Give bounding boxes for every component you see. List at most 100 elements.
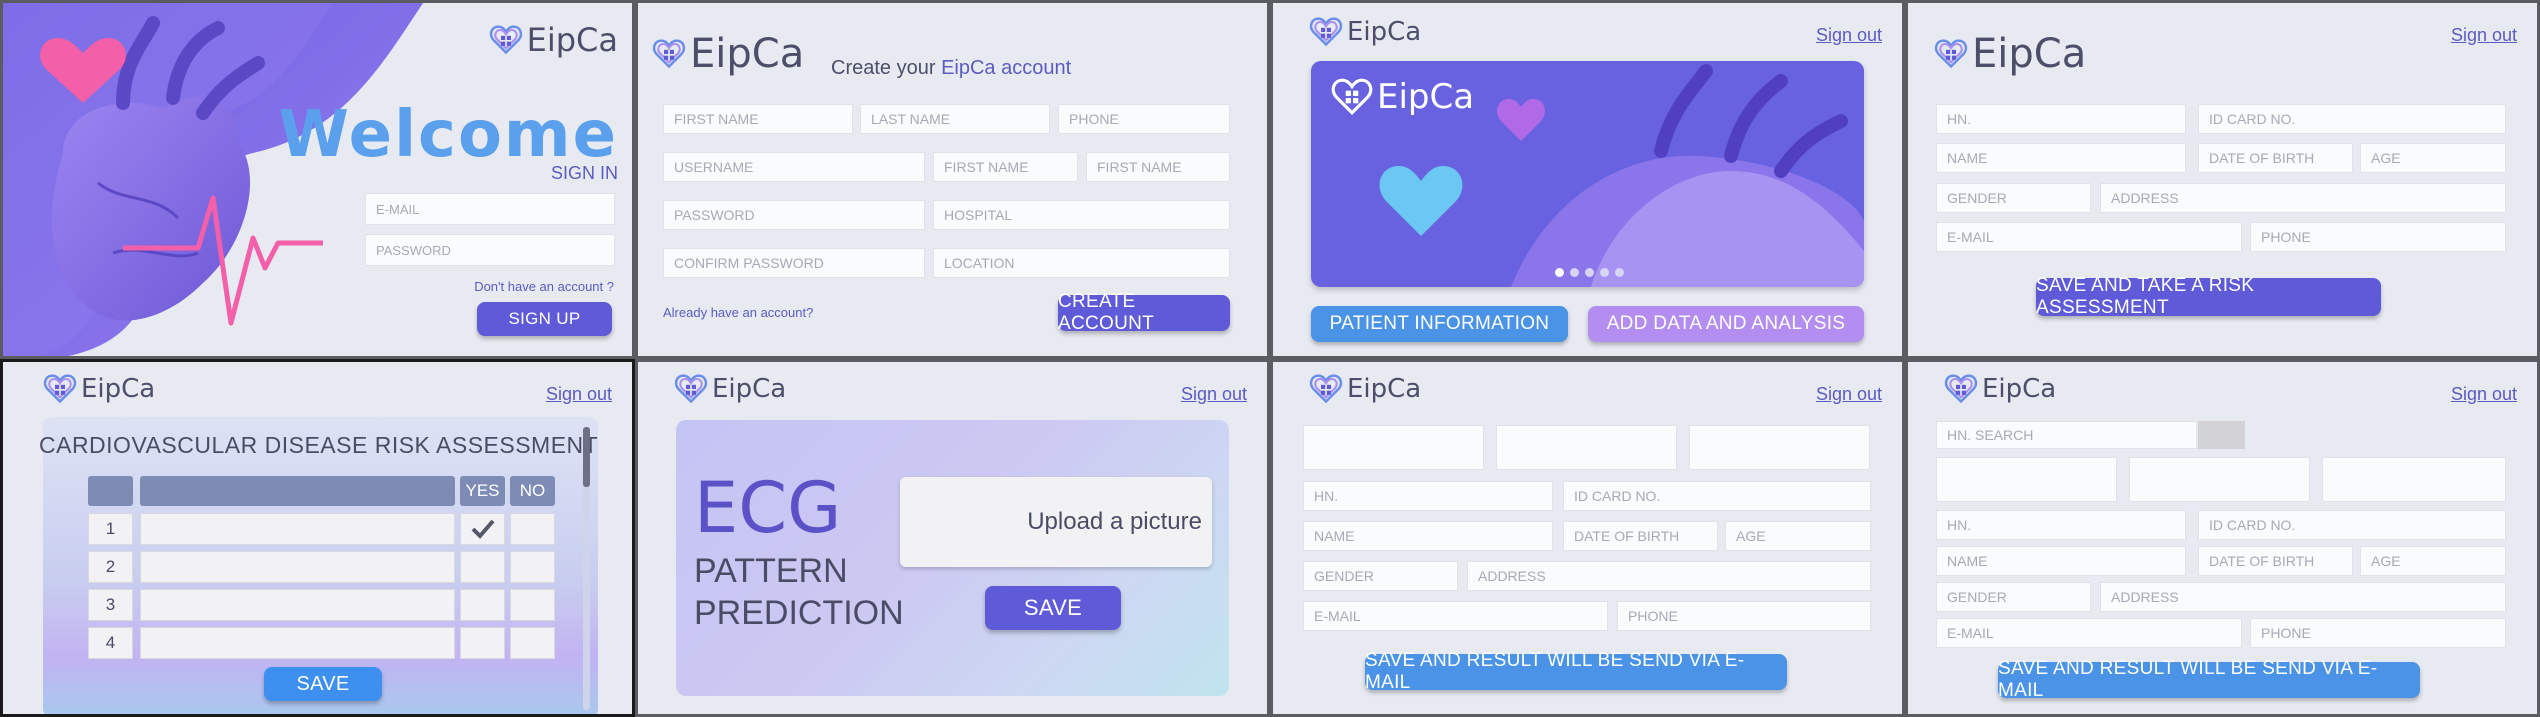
carousel-dot[interactable]	[1585, 268, 1594, 277]
table-header-yes: YES	[460, 476, 505, 506]
signout-link[interactable]: Sign out	[1181, 384, 1247, 405]
result-box	[1496, 425, 1677, 470]
carousel-dot[interactable]	[1600, 268, 1609, 277]
logo: EipCa	[489, 21, 618, 59]
carousel-dot[interactable]	[1555, 268, 1564, 277]
signout-link[interactable]: Sign out	[2451, 384, 2517, 405]
result-box	[1303, 425, 1484, 470]
welcome-heading: Welcome	[278, 98, 618, 172]
email-field[interactable]: E-MAIL	[1936, 222, 2242, 252]
dob-field[interactable]: DATE OF BIRTH	[2198, 143, 2353, 173]
save-email-button[interactable]: SAVE AND RESULT WILL BE SEND VIA E-MAIL	[1365, 650, 1787, 693]
save-risk-assessment-button[interactable]: SAVE AND TAKE A RISK ASSESSMENT	[2036, 275, 2381, 318]
gender-field[interactable]: GENDER	[1936, 582, 2091, 612]
already-account-link[interactable]: Already have an account?	[663, 305, 813, 320]
hn-field[interactable]: HN.	[1936, 104, 2186, 134]
brand-name: EipCa	[1982, 374, 2057, 404]
storyboard: EipCa Welcome SIGN IN E-MAIL PASSWORD Do…	[0, 0, 2540, 717]
banner-logo: EipCa	[1331, 77, 1474, 117]
hospital-field[interactable]: HOSPITAL	[933, 200, 1230, 230]
address-field[interactable]: ADDRESS	[1467, 561, 1871, 591]
screen-patient-result: EipCa Sign out HN. ID CARD NO. NAME DATE…	[1270, 359, 1905, 717]
save-button[interactable]: SAVE	[985, 586, 1121, 630]
row-yes-cell[interactable]	[460, 551, 505, 583]
gender-field[interactable]: GENDER	[1936, 183, 2091, 213]
row-no-cell[interactable]	[510, 551, 555, 583]
create-title: Create your EipCa account	[831, 57, 1071, 80]
row-no-cell[interactable]	[510, 627, 555, 659]
last-name-field[interactable]: LAST NAME	[860, 104, 1050, 134]
screen-dashboard: EipCa Sign out EipCa PATIENT INFORMATION…	[1270, 0, 1905, 359]
row-number: 2	[88, 551, 133, 583]
table-header-num	[88, 476, 133, 506]
pattern-title: PATTERN	[694, 552, 848, 590]
create-account-button[interactable]: CREATE ACCOUNT	[1058, 291, 1230, 334]
row-yes-cell[interactable]	[460, 589, 505, 621]
row-number: 4	[88, 627, 133, 659]
save-button[interactable]: SAVE	[264, 667, 382, 701]
row-question	[140, 551, 455, 583]
name-field[interactable]: NAME	[1936, 143, 2186, 173]
hn-field[interactable]: HN.	[1303, 481, 1553, 511]
hn-field[interactable]: HN.	[1936, 510, 2186, 540]
screen-ecg: EipCa Sign out ECG PATTERN PREDICTION Up…	[635, 359, 1270, 717]
screen-signin: EipCa Welcome SIGN IN E-MAIL PASSWORD Do…	[0, 0, 635, 359]
signout-link[interactable]: Sign out	[546, 384, 612, 405]
row-no-cell[interactable]	[510, 513, 555, 545]
search-button[interactable]	[2198, 421, 2245, 449]
password-field[interactable]: PASSWORD	[365, 234, 615, 266]
row-yes-cell[interactable]	[460, 513, 505, 545]
carousel-dot[interactable]	[1570, 268, 1579, 277]
screen-patient-search: EipCa Sign out HN. SEARCH HN. ID CARD NO…	[1905, 359, 2540, 717]
signin-label: SIGN IN	[550, 163, 618, 183]
signout-link[interactable]: Sign out	[1816, 25, 1882, 46]
row-question	[140, 589, 455, 621]
logo: EipCa	[1934, 31, 2086, 77]
signout-link[interactable]: Sign out	[1816, 384, 1882, 405]
age-field[interactable]: AGE	[1725, 521, 1871, 551]
location-field[interactable]: LOCATION	[933, 248, 1230, 278]
scrollbar-thumb[interactable]	[583, 427, 590, 487]
id-card-field[interactable]: ID CARD NO.	[2198, 104, 2506, 134]
dob-field[interactable]: DATE OF BIRTH	[2198, 546, 2353, 576]
address-field[interactable]: ADDRESS	[2100, 183, 2506, 213]
username-field[interactable]: USERNAME	[663, 152, 925, 182]
row-yes-cell[interactable]	[460, 627, 505, 659]
no-account-link[interactable]: Don't have an account ?	[474, 279, 614, 294]
age-field[interactable]: AGE	[2360, 143, 2506, 173]
save-email-button[interactable]: SAVE AND RESULT WILL BE SEND VIA E-MAIL	[1998, 658, 2420, 701]
first-name-field[interactable]: FIRST NAME	[663, 104, 853, 134]
signup-button[interactable]: SIGN UP	[477, 302, 612, 336]
row-no-cell[interactable]	[510, 589, 555, 621]
scrollbar[interactable]	[583, 427, 590, 710]
name-field[interactable]: NAME	[1303, 521, 1553, 551]
phone-field[interactable]: PHONE	[1058, 104, 1230, 134]
dob-field[interactable]: DATE OF BIRTH	[1563, 521, 1718, 551]
address-field[interactable]: ADDRESS	[2100, 582, 2506, 612]
patient-information-button[interactable]: PATIENT INFORMATION	[1311, 306, 1568, 342]
first-name-field-3[interactable]: FIRST NAME	[1086, 152, 1230, 182]
name-field[interactable]: NAME	[1936, 546, 2186, 576]
phone-field[interactable]: PHONE	[2250, 618, 2506, 648]
signout-link[interactable]: Sign out	[2451, 25, 2517, 46]
carousel-dot[interactable]	[1615, 268, 1624, 277]
id-card-field[interactable]: ID CARD NO.	[1563, 481, 1871, 511]
password-field[interactable]: PASSWORD	[663, 200, 925, 230]
add-data-analysis-button[interactable]: ADD DATA AND ANALYSIS	[1588, 306, 1864, 342]
phone-field[interactable]: PHONE	[2250, 222, 2506, 252]
age-field[interactable]: AGE	[2360, 546, 2506, 576]
create-prefix: Create your	[831, 57, 936, 79]
upload-picture-box[interactable]: Upload a picture	[900, 477, 1212, 567]
email-field[interactable]: E-MAIL	[1936, 618, 2242, 648]
id-card-field[interactable]: ID CARD NO.	[2198, 510, 2506, 540]
email-field[interactable]: E-MAIL	[1303, 601, 1608, 631]
hn-search-input[interactable]: HN. SEARCH	[1936, 421, 2197, 449]
first-name-field-2[interactable]: FIRST NAME	[933, 152, 1078, 182]
carousel-dots[interactable]	[1555, 268, 1624, 277]
banner-brand: EipCa	[1377, 77, 1475, 117]
logo-icon	[1944, 374, 1978, 404]
confirm-password-field[interactable]: CONFIRM PASSWORD	[663, 248, 925, 278]
email-field[interactable]: E-MAIL	[365, 193, 615, 225]
phone-field[interactable]: PHONE	[1617, 601, 1871, 631]
gender-field[interactable]: GENDER	[1303, 561, 1458, 591]
